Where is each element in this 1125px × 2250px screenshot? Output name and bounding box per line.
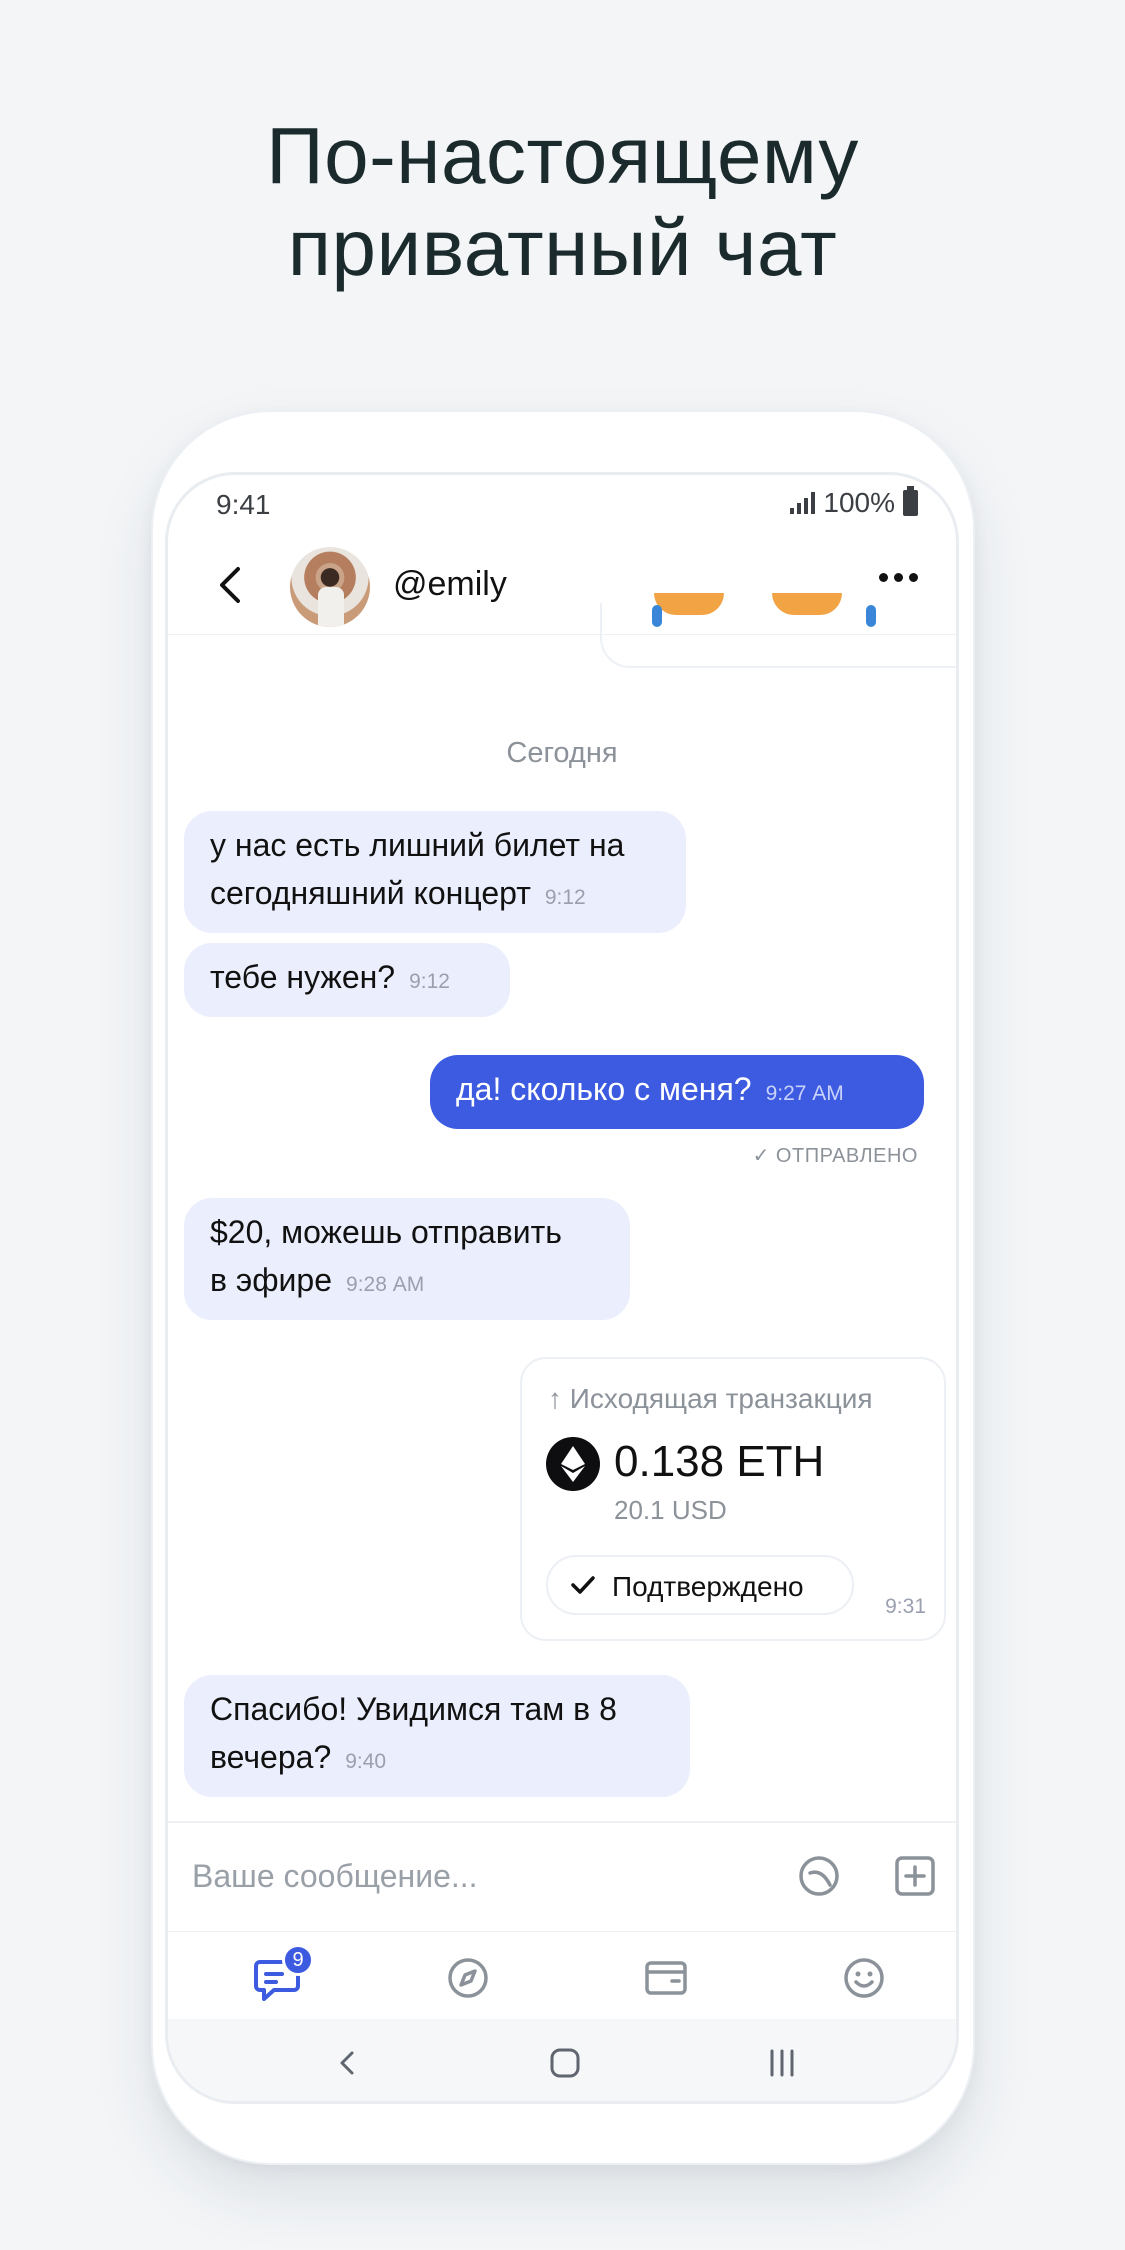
check-icon <box>571 1576 595 1594</box>
incoming-message[interactable]: у нас есть лишний билет на сегодняшний к… <box>184 811 686 933</box>
sticker-icon[interactable] <box>796 1853 842 1899</box>
headline-line-1: По-настоящему <box>266 111 859 200</box>
message-time: 9:12 <box>544 886 586 909</box>
transaction-usd: 20.1 USD <box>614 1495 727 1525</box>
transaction-amount: 0.138 ETH <box>614 1437 825 1486</box>
message-time: 9:27 AM <box>765 1082 844 1105</box>
smile-icon <box>844 1958 884 1998</box>
message-composer <box>168 1821 956 1931</box>
message-time: 9:12 <box>409 970 450 993</box>
sent-status: ✓ ОТПРАВЛЕНО <box>752 1145 918 1167</box>
incoming-message[interactable]: $20, можешь отправить в эфире 9:28 AM <box>184 1198 630 1320</box>
confirmed-label: Подтверждено <box>612 1571 804 1602</box>
message-text: вечера? <box>210 1739 332 1775</box>
incoming-message[interactable]: Спасибо! Увидимся там в 8 вечера? 9:40 <box>184 1675 690 1797</box>
check-icon: ✓ <box>752 1145 770 1167</box>
compass-icon <box>448 1958 488 1998</box>
transaction-title: ↑ Исходящая транзакция <box>548 1383 873 1414</box>
wallet-icon <box>645 1961 687 1995</box>
phone-screen: 9:41 100% @emily 6 Сегодня у нас есть ли… <box>165 472 959 2104</box>
previous-sticker-message: 6 <box>600 593 956 668</box>
tab-profile[interactable] <box>836 1950 892 2006</box>
message-time: 9:40 <box>345 1750 387 1773</box>
more-icon[interactable] <box>879 573 918 582</box>
confirmed-status: Подтверждено <box>546 1555 854 1615</box>
tab-bar: 9 <box>168 1931 956 2019</box>
incoming-message[interactable]: тебе нужен? 9:12 <box>184 943 510 1017</box>
message-text: да! сколько с меня? <box>456 1071 752 1107</box>
back-icon[interactable] <box>210 563 254 607</box>
nav-home-icon[interactable] <box>545 2043 585 2083</box>
tab-chats[interactable]: 9 <box>254 1944 314 2006</box>
tab-explore[interactable] <box>440 1950 496 2006</box>
day-separator: Сегодня <box>506 737 618 769</box>
avatar[interactable] <box>290 547 370 627</box>
tab-wallet[interactable] <box>638 1950 694 2006</box>
status-bar: 9:41 100% <box>168 475 956 535</box>
message-text: у нас есть лишний билет на <box>210 827 625 863</box>
nav-recents-icon[interactable] <box>762 2043 802 2083</box>
ethereum-icon <box>546 1437 600 1491</box>
message-time: 9:28 AM <box>346 1273 425 1296</box>
battery-percent: 100% <box>823 487 895 518</box>
sticker-fragment <box>654 593 724 615</box>
battery-icon <box>903 486 918 516</box>
message-text: тебе нужен? <box>210 959 396 995</box>
message-text: в эфире <box>210 1262 333 1298</box>
message-text: $20, можешь отправить <box>210 1214 562 1250</box>
message-time: 9:31 <box>885 1595 926 1618</box>
arrow-up-icon: ↑ <box>548 1383 562 1414</box>
sticker-fragment <box>772 593 842 615</box>
attach-icon[interactable] <box>892 1853 938 1899</box>
sticker-fragment <box>866 605 876 627</box>
message-text: Спасибо! Увидимся там в 8 <box>210 1691 617 1727</box>
promo-headline: По-настоящему приватный чат <box>0 110 1125 294</box>
message-input[interactable] <box>192 1851 752 1901</box>
contact-name[interactable]: @emily <box>393 565 507 604</box>
outgoing-message[interactable]: да! сколько с меня? 9:27 AM <box>430 1055 924 1129</box>
sticker-fragment <box>652 605 662 627</box>
nav-back-icon[interactable] <box>328 2043 368 2083</box>
status-time: 9:41 <box>216 489 271 520</box>
system-nav-bar <box>168 2019 956 2101</box>
message-text: сегодняшний концерт <box>210 875 531 911</box>
signal-icon <box>790 492 816 514</box>
unread-badge: 9 <box>282 1944 314 1976</box>
status-indicators: 100% <box>790 486 918 519</box>
transaction-card[interactable]: ↑ Исходящая транзакция 0.138 ETH 20.1 US… <box>520 1357 946 1641</box>
headline-line-2: приватный чат <box>287 203 838 292</box>
